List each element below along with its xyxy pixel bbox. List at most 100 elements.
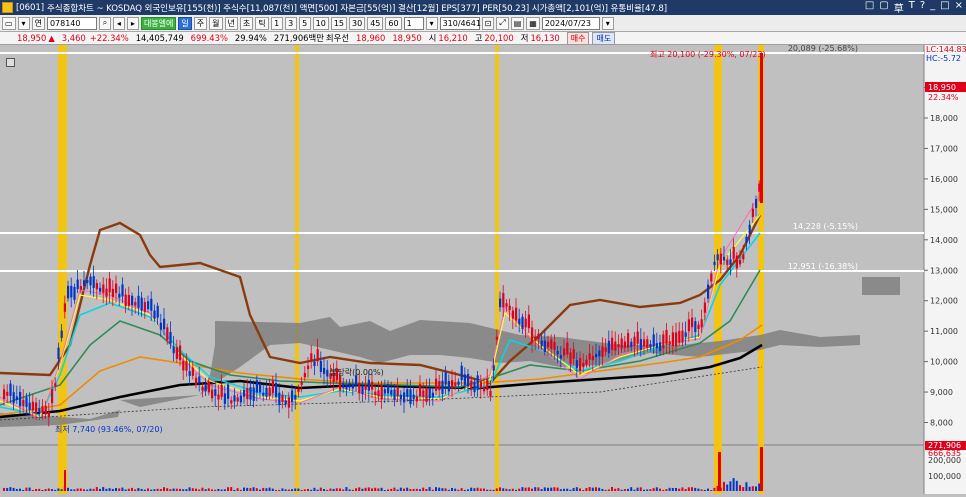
y-tick-label: 12,000 (930, 297, 958, 306)
current-price-tag-text: 18,950 (928, 83, 956, 92)
candle-body (111, 288, 114, 297)
date-input[interactable]: 2024/07/23 (541, 16, 600, 30)
best-quote-label: 최우선 (325, 33, 350, 43)
next-icon[interactable]: ▸ (126, 16, 139, 30)
layout-icon[interactable]: ▭ (2, 16, 16, 30)
candle-body (134, 302, 137, 306)
candle-body (598, 350, 601, 357)
tile-icon[interactable]: ▢ (879, 0, 888, 15)
volume-bar (188, 487, 191, 491)
period-year[interactable]: 년 (224, 16, 238, 30)
chart-icon[interactable]: ⊡ (481, 16, 495, 30)
volume-bar (419, 489, 421, 491)
volume-bar (265, 488, 268, 491)
sell-button[interactable]: 매도 (592, 31, 616, 45)
calendar-icon[interactable]: ▦ (526, 16, 540, 30)
stock-name-button[interactable]: 대봉엘에 (140, 16, 177, 30)
volume-bar (473, 488, 476, 491)
minute-15[interactable]: 15 (330, 16, 348, 30)
high-label: 고 (474, 33, 483, 43)
minute-3[interactable]: 3 (284, 16, 297, 30)
volume-bar (687, 487, 690, 491)
window-title: 주식종합차트 ~ KOSDAQ 외국인보유[155(천)] 주식수[11,087… (46, 3, 668, 14)
count-input[interactable]: 1 (403, 16, 424, 30)
period-day[interactable]: 일 (178, 16, 192, 30)
volume-bar (681, 487, 684, 491)
candle-body (476, 375, 479, 390)
candle-body (563, 348, 566, 356)
candle-body (415, 396, 418, 402)
volume-bar (201, 487, 204, 491)
candle-body (470, 380, 473, 390)
volume-bar (636, 487, 639, 491)
zoom-icon[interactable]: ⤢ (496, 16, 509, 30)
stock-code-input[interactable]: 078140 (46, 16, 97, 30)
candle-body (719, 253, 722, 265)
date-picker-icon[interactable]: ▾ (601, 16, 614, 30)
volume-bar (355, 488, 357, 491)
volume-bar (115, 487, 117, 491)
candle-body (89, 276, 92, 286)
volume-bar (70, 489, 73, 491)
y-tick-label: 16,000 (930, 175, 958, 184)
minute-60[interactable]: 60 (385, 16, 402, 30)
volume-bar (729, 481, 732, 491)
volume-bar (755, 486, 757, 491)
candle-body (409, 389, 412, 405)
volume-bar (463, 489, 466, 491)
candle-body (467, 373, 470, 387)
period-month[interactable]: 월 (209, 16, 223, 30)
close-button[interactable]: × (955, 0, 963, 15)
volume-bar (479, 488, 482, 491)
prev-icon[interactable]: ◂ (112, 16, 125, 30)
restore-icon[interactable]: □ (865, 0, 874, 15)
minute-1[interactable]: 1 (270, 16, 283, 30)
period-tick[interactable]: 틱 (255, 16, 269, 30)
minute-5[interactable]: 5 (298, 16, 311, 30)
minute-10[interactable]: 10 (312, 16, 329, 30)
candle-body (364, 384, 367, 390)
volume-bar (358, 487, 361, 491)
count-dropdown-icon[interactable]: ▾ (425, 16, 438, 30)
dropdown-icon[interactable]: ▾ (17, 16, 30, 30)
minute-30[interactable]: 30 (349, 16, 366, 30)
candle-body (735, 255, 738, 269)
y-tick-label: 8,000 (930, 419, 953, 428)
volume-bar (31, 489, 34, 491)
up-arrow-icon: ▲ (48, 33, 55, 43)
volume-bar (131, 487, 133, 491)
candle-body (751, 208, 754, 218)
minimize-button[interactable]: _ (930, 0, 935, 15)
volume-bar (457, 489, 460, 491)
candle-body (499, 298, 502, 308)
candle-body (556, 350, 559, 355)
search-icon[interactable]: ⌕ (98, 16, 111, 30)
period-second[interactable]: 초 (239, 16, 254, 30)
volume-bar (390, 488, 393, 491)
chart-settings-icon[interactable] (6, 58, 15, 67)
help-icon[interactable]: ? (920, 0, 925, 15)
period-week[interactable]: 주 (193, 16, 208, 30)
grass-icon[interactable]: 草 (894, 0, 904, 15)
maximize-button[interactable]: □ (940, 0, 949, 15)
volume-bar (163, 487, 165, 491)
candle-body (265, 387, 268, 397)
save-icon[interactable]: ▤ (510, 16, 525, 30)
price-chart[interactable]: 19,00018,00017,00016,00015,00014,00013,0… (0, 44, 966, 494)
text-icon[interactable]: T (909, 0, 915, 15)
volume-bar (335, 488, 338, 491)
volume-bar (745, 482, 748, 491)
volume-bar (9, 487, 12, 491)
candle-body (281, 394, 284, 402)
mode-select[interactable]: 연 (31, 16, 45, 30)
volume-bar (428, 487, 431, 491)
y-tick-label: 14,000 (930, 236, 958, 245)
volume-bar (760, 447, 763, 491)
candle-body (163, 318, 166, 330)
minute-45[interactable]: 45 (367, 16, 384, 30)
volume-bar (665, 489, 668, 491)
buy-button[interactable]: 매수 (566, 31, 590, 45)
volume-bar (543, 487, 546, 491)
candle-body (153, 310, 156, 319)
volume-bar (6, 487, 9, 491)
